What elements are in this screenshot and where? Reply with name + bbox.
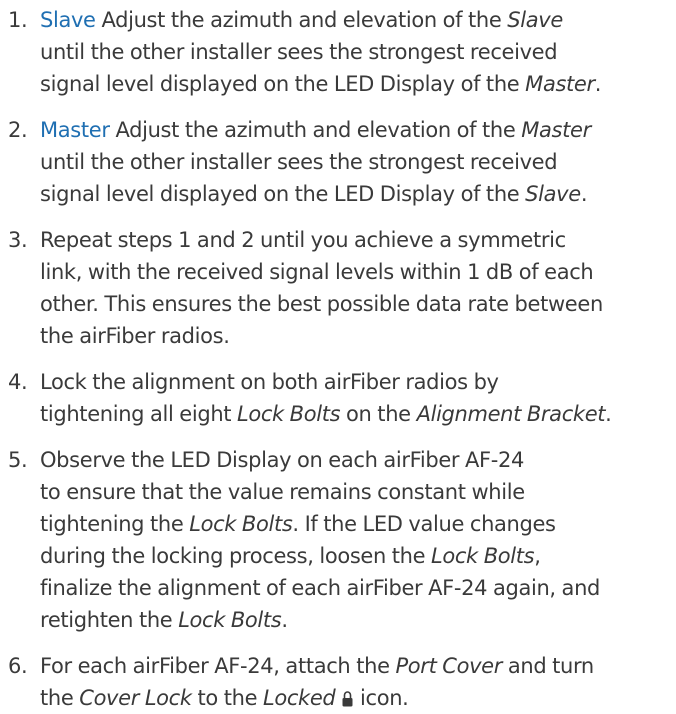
step-line: tightening the Lock Bolts. If the LED va… — [40, 512, 556, 536]
step-line: Slave Adjust the azimuth and elevation o… — [40, 8, 563, 32]
step-line: signal level displayed on the LED Displa… — [40, 72, 602, 96]
step-line: until the other installer sees the stron… — [40, 150, 558, 174]
step-6: 6. For each airFiber AF-24, attach the P… — [0, 650, 676, 714]
step-number: 2. — [8, 118, 28, 142]
step-number: 3. — [8, 228, 28, 252]
step-tag: Master — [40, 118, 110, 142]
step-line: For each airFiber AF-24, attach the Port… — [40, 654, 594, 678]
step-line: to ensure that the value remains constan… — [40, 480, 525, 504]
instruction-steps: 1. Slave Adjust the azimuth and elevatio… — [0, 0, 676, 710]
step-line: Repeat steps 1 and 2 until you achieve a… — [40, 228, 566, 252]
step-line: the Cover Lock to the Locked icon. — [40, 686, 409, 710]
step-number: 5. — [8, 448, 28, 472]
step-line: Master Adjust the azimuth and elevation … — [40, 118, 591, 142]
step-number: 4. — [8, 370, 28, 394]
step-line: Lock the alignment on both airFiber radi… — [40, 370, 499, 394]
step-tag: Slave — [40, 8, 96, 32]
step-line: tightening all eight Lock Bolts on the A… — [40, 402, 612, 426]
step-line: finalize the alignment of each airFiber … — [40, 576, 601, 600]
step-2: 2. Master Adjust the azimuth and elevati… — [0, 114, 676, 210]
step-4: 4. Lock the alignment on both airFiber r… — [0, 366, 676, 430]
step-line: retighten the Lock Bolts. — [40, 608, 288, 632]
step-5: 5. Observe the LED Display on each airFi… — [0, 444, 676, 636]
step-number: 1. — [8, 8, 28, 32]
step-line: link, with the received signal levels wi… — [40, 260, 594, 284]
lock-icon — [342, 691, 353, 707]
step-line: the airFiber radios. — [40, 324, 230, 348]
step-line: Observe the LED Display on each airFiber… — [40, 448, 524, 472]
step-line: other. This ensures the best possible da… — [40, 292, 603, 316]
step-line: during the locking process, loosen the L… — [40, 544, 541, 568]
step-1: 1. Slave Adjust the azimuth and elevatio… — [0, 4, 676, 100]
step-number: 6. — [8, 654, 28, 678]
document: 1. Slave Adjust the azimuth and elevatio… — [0, 0, 676, 710]
step-line: signal level displayed on the LED Displa… — [40, 182, 588, 206]
step-3: 3. Repeat steps 1 and 2 until you achiev… — [0, 224, 676, 352]
step-line: until the other installer sees the stron… — [40, 40, 558, 64]
